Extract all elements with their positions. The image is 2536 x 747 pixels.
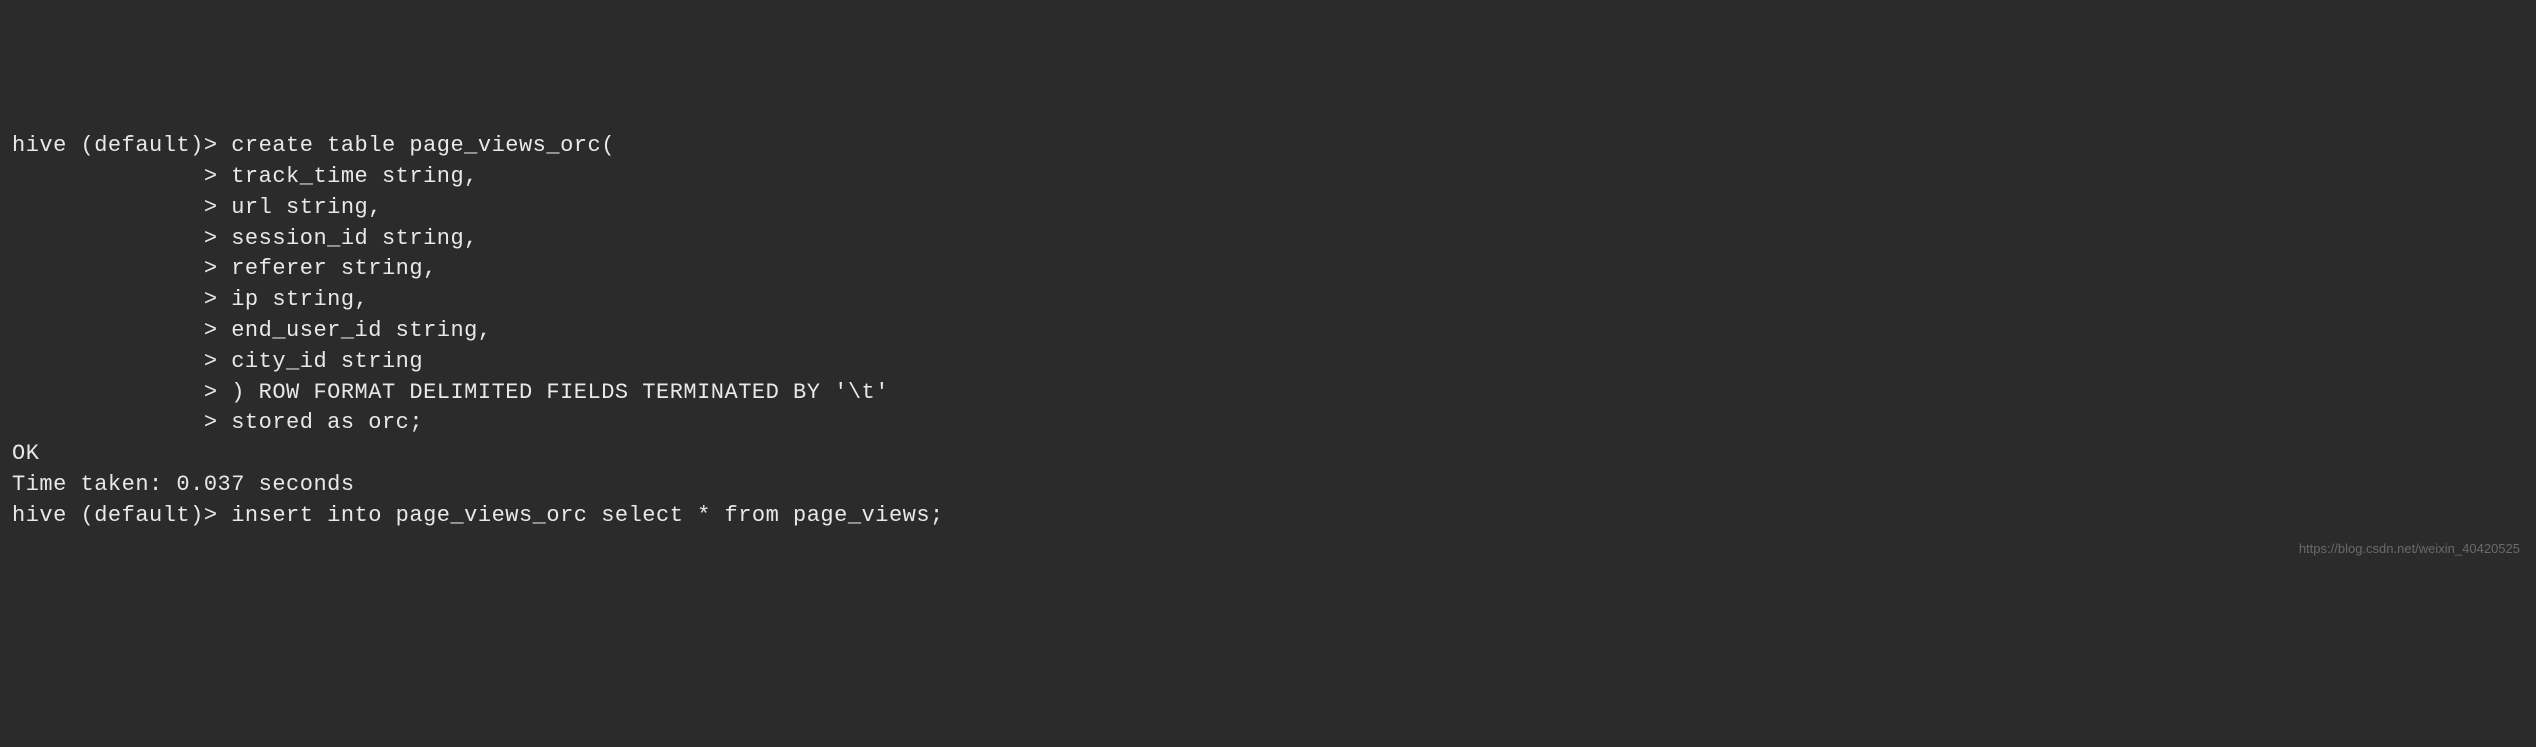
prompt: > (12, 164, 231, 189)
terminal-line: > stored as orc; (12, 408, 2524, 439)
prompt: hive (default)> (12, 503, 231, 528)
command-text: url string, (231, 195, 382, 220)
terminal-line: > ip string, (12, 285, 2524, 316)
terminal-line: > end_user_id string, (12, 316, 2524, 347)
command-text: session_id string, (231, 226, 478, 251)
terminal-line: > city_id string (12, 347, 2524, 378)
prompt: > (12, 287, 231, 312)
terminal-line: > session_id string, (12, 224, 2524, 255)
command-text: stored as orc; (231, 410, 423, 435)
terminal-line: > url string, (12, 193, 2524, 224)
prompt: > (12, 226, 231, 251)
terminal-line: OK (12, 439, 2524, 470)
prompt: > (12, 256, 231, 281)
command-text: end_user_id string, (231, 318, 491, 343)
terminal-output[interactable]: hive (default)> create table page_views_… (12, 131, 2524, 531)
command-text: insert into page_views_orc select * from… (231, 503, 944, 528)
command-text: ip string, (231, 287, 368, 312)
prompt: > (12, 318, 231, 343)
terminal-line: hive (default)> insert into page_views_o… (12, 501, 2524, 532)
command-text: create table page_views_orc( (231, 133, 615, 158)
prompt: > (12, 195, 231, 220)
command-text: ) ROW FORMAT DELIMITED FIELDS TERMINATED… (231, 380, 889, 405)
prompt: > (12, 380, 231, 405)
terminal-line: Time taken: 0.037 seconds (12, 470, 2524, 501)
command-text: track_time string, (231, 164, 478, 189)
terminal-line: > track_time string, (12, 162, 2524, 193)
terminal-line: > ) ROW FORMAT DELIMITED FIELDS TERMINAT… (12, 378, 2524, 409)
terminal-line: > referer string, (12, 254, 2524, 285)
terminal-line: hive (default)> create table page_views_… (12, 131, 2524, 162)
output-text: Time taken: 0.037 seconds (12, 472, 355, 497)
watermark-text: https://blog.csdn.net/weixin_40420525 (2299, 540, 2520, 558)
prompt: > (12, 349, 231, 374)
prompt: hive (default)> (12, 133, 231, 158)
command-text: referer string, (231, 256, 437, 281)
output-text: OK (12, 441, 39, 466)
prompt: > (12, 410, 231, 435)
command-text: city_id string (231, 349, 423, 374)
